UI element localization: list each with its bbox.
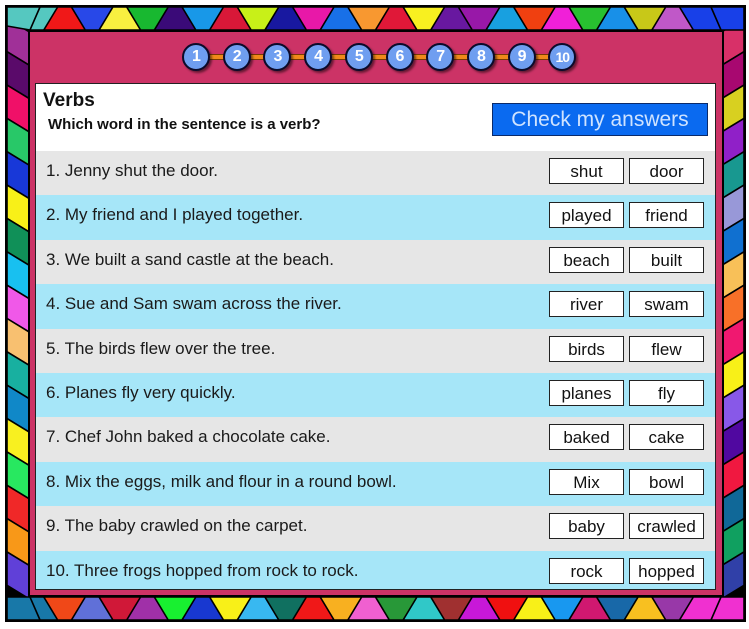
answer-option[interactable]: bowl	[629, 468, 704, 495]
question-nav-button[interactable]: 4	[304, 43, 333, 71]
question-sentence: 8. Mix the eggs, milk and flour in a rou…	[46, 471, 397, 491]
answer-option[interactable]: Mix	[549, 468, 624, 495]
question-row: 4. Sue and Sam swam across the river. ri…	[36, 284, 715, 329]
question-row: 10. Three frogs hopped from rock to rock…	[36, 550, 715, 589]
answer-option[interactable]: cake	[629, 424, 704, 451]
answer-option[interactable]: crawled	[629, 513, 704, 540]
question-row: 2. My friend and I played together. play…	[36, 195, 715, 240]
answer-option[interactable]: fly	[629, 379, 704, 406]
answer-option[interactable]: river	[549, 291, 624, 318]
question-sentence: 4. Sue and Sam swam across the river.	[46, 294, 342, 314]
quiz-title: Verbs	[43, 90, 95, 111]
answer-option[interactable]: birds	[549, 335, 624, 362]
answer-option[interactable]: baby	[549, 513, 624, 540]
answer-option[interactable]: beach	[549, 246, 624, 273]
question-sentence: 10. Three frogs hopped from rock to rock…	[46, 560, 359, 580]
question-sentence: 1. Jenny shut the door.	[46, 161, 219, 180]
answer-option[interactable]: swam	[629, 291, 704, 318]
question-nav-button[interactable]: 2	[222, 43, 251, 71]
answer-option[interactable]: played	[549, 202, 624, 229]
question-sentence: 6. Planes fly very quickly.	[46, 382, 236, 402]
answer-option[interactable]: friend	[629, 202, 704, 229]
check-answers-button[interactable]: Check my answers	[492, 103, 708, 136]
question-row: 5. The birds flew over the tree. birds f…	[36, 328, 715, 373]
answer-option[interactable]: built	[629, 246, 704, 273]
question-nav-button[interactable]: 7	[426, 43, 455, 71]
question-row: 9. The baby crawled on the carpet. baby …	[36, 506, 715, 551]
answer-option[interactable]: hopped	[629, 557, 704, 584]
question-nav-button[interactable]: 1	[182, 43, 210, 71]
answer-option[interactable]: baked	[549, 424, 624, 451]
question-sentence: 3. We built a sand castle at the beach.	[46, 249, 334, 269]
answer-option[interactable]: rock	[549, 557, 624, 584]
quiz-header: Verbs Which word in the sentence is a ve…	[36, 84, 715, 152]
question-row: 1. Jenny shut the door. shut door	[36, 151, 715, 196]
question-row: 8. Mix the eggs, milk and flour in a rou…	[36, 461, 715, 507]
question-sentence: 5. The birds flew over the tree.	[46, 338, 276, 358]
answer-option[interactable]: flew	[629, 335, 704, 362]
question-row: 6. Planes fly very quickly. planes fly	[36, 372, 715, 418]
answer-option[interactable]: shut	[549, 158, 624, 184]
question-nav-button[interactable]: 5	[344, 43, 373, 71]
question-navigation: 1 2 3 4 5 6 7 8 9 10	[180, 42, 580, 72]
question-sentence: 7. Chef John baked a chocolate cake.	[46, 427, 331, 447]
quiz-card: Verbs Which word in the sentence is a ve…	[35, 83, 716, 590]
quiz-instructions: Which word in the sentence is a verb?	[48, 116, 321, 133]
question-nav-button[interactable]: 10	[548, 43, 577, 71]
question-sentence: 2. My friend and I played together.	[46, 205, 304, 225]
question-row: 3. We built a sand castle at the beach. …	[36, 239, 715, 285]
answer-option[interactable]: door	[629, 158, 704, 184]
question-nav-button[interactable]: 9	[507, 43, 536, 71]
question-sentence: 9. The baby crawled on the carpet.	[46, 516, 308, 536]
question-row: 7. Chef John baked a chocolate cake. bak…	[36, 417, 715, 462]
question-nav-button[interactable]: 8	[466, 43, 495, 71]
question-list: 1. Jenny shut the door. shut door 2. My …	[36, 151, 715, 589]
answer-option[interactable]: planes	[549, 379, 624, 406]
question-nav-button[interactable]: 3	[263, 43, 292, 71]
question-nav-button[interactable]: 6	[385, 43, 414, 71]
